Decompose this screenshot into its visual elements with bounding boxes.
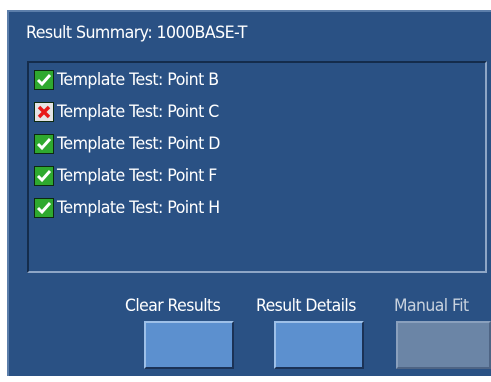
x-icon: [34, 102, 54, 122]
result-item[interactable]: Template Test: Point H: [34, 195, 232, 221]
checkmark-icon: [34, 134, 54, 154]
clear-results-button[interactable]: [144, 321, 234, 369]
checkmark-icon: [34, 70, 54, 90]
manual-fit-button: [396, 321, 491, 369]
manual-fit-label: Manual Fit: [394, 296, 469, 316]
result-item[interactable]: Template Test: Point D: [34, 131, 232, 157]
result-label: Template Test: Point H: [57, 198, 220, 218]
panel-title: Result Summary: 1000BASE-T: [26, 23, 247, 43]
result-details-label: Result Details: [256, 296, 356, 316]
result-label: Template Test: Point B: [57, 70, 219, 90]
clear-results-label: Clear Results: [125, 296, 221, 316]
result-details-button[interactable]: [274, 321, 364, 369]
checkmark-icon: [34, 166, 54, 186]
results-list: Template Test: Point B Template Test: Po…: [27, 61, 487, 273]
result-label: Template Test: Point D: [57, 134, 220, 154]
result-item[interactable]: Template Test: Point C: [34, 99, 231, 125]
result-label: Template Test: Point C: [57, 102, 219, 122]
result-item[interactable]: Template Test: Point F: [34, 163, 229, 189]
checkmark-icon: [34, 198, 54, 218]
result-label: Template Test: Point F: [57, 166, 217, 186]
result-item[interactable]: Template Test: Point B: [34, 67, 231, 93]
